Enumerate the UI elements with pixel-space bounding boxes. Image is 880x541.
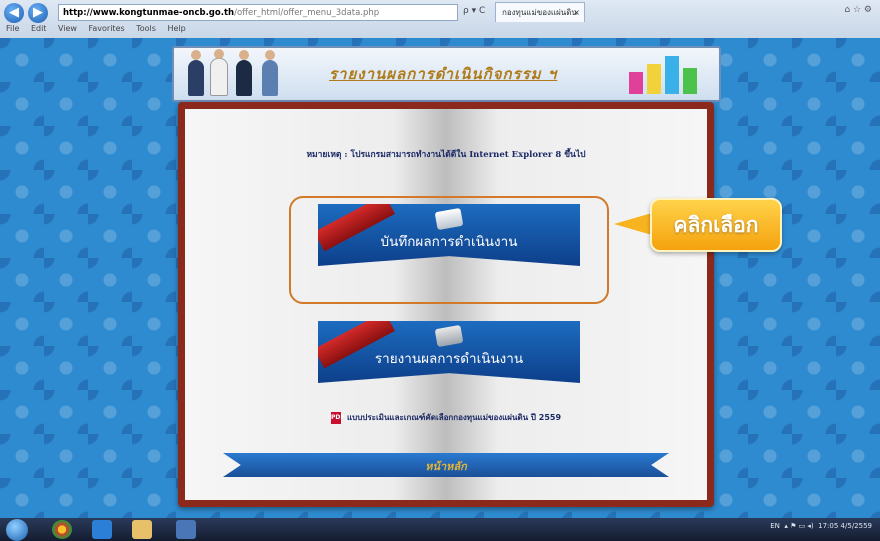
folded-paper-icon [434, 324, 464, 348]
app-icon[interactable] [176, 520, 196, 539]
person-illustration [210, 49, 228, 96]
tray-date[interactable]: 4/5/2559 [841, 522, 872, 530]
menu-edit[interactable]: Edit [31, 24, 47, 33]
header-banner: รายงานผลการดำเนินกิจกรรม ฯ [172, 46, 721, 102]
person-illustration [188, 50, 204, 96]
menu-view[interactable]: View [58, 24, 77, 33]
toolbar-icons[interactable]: ⌂ ☆ ⚙ [844, 5, 872, 15]
start-button-icon[interactable] [6, 519, 28, 541]
book-left-page [185, 109, 446, 500]
report-results-label: รายงานผลการดำเนินงาน [374, 351, 524, 367]
book-frame: หมายเหตุ : โปรแกรมสามารถทำงานได้ดีใน Int… [178, 102, 714, 507]
notepad-icon [434, 207, 464, 231]
callout-arrow [614, 213, 652, 235]
pdf-link-text: แบบประเมินและเกณฑ์คัดเลือกกองทุนแม่ของแผ… [346, 413, 562, 422]
address-bar[interactable]: http://www.kongtunmae-oncb.go.th/offer_h… [58, 4, 458, 21]
pdf-icon: PDF [330, 411, 344, 424]
address-controls[interactable]: ρ ▾ C [463, 6, 485, 16]
chart-bars-icon [625, 54, 705, 94]
web-page: รายงานผลการดำเนินกิจกรรม ฯ หมายเหตุ : โป… [0, 38, 880, 518]
menu-favorites[interactable]: Favorites [89, 24, 125, 33]
tab-close-icon[interactable]: × [573, 3, 580, 22]
home-link-label: หน้าหลัก [425, 460, 467, 473]
person-illustration [262, 50, 278, 96]
address-domain: http://www.kongtunmae-oncb.go.th [63, 8, 235, 18]
internet-explorer-icon[interactable] [92, 520, 112, 539]
tray-language[interactable]: EN [770, 522, 780, 530]
menu-file[interactable]: File [6, 24, 19, 33]
record-results-label: บันทึกผลการดำเนินงาน [380, 234, 518, 250]
tray-time[interactable]: 17:05 [818, 522, 838, 530]
browser-note: หมายเหตุ : โปรแกรมสามารถทำงานได้ดีใน Int… [306, 150, 586, 160]
callout-text: คลิกเลือก [673, 213, 759, 237]
browser-tab[interactable]: กองทุนแม่ของแผ่นดิน × [495, 2, 585, 22]
back-button-icon[interactable]: ◀ [4, 3, 24, 23]
tab-title: กองทุนแม่ของแผ่นดิน [502, 8, 577, 17]
home-ribbon-link[interactable]: หน้าหลัก [223, 453, 669, 477]
menu-help[interactable]: Help [167, 24, 185, 33]
system-tray: EN ▴ ⚑ ▭ ◂) 17:05 4/5/2559 [770, 522, 872, 530]
browser-chrome: ◀ ▶ http://www.kongtunmae-oncb.go.th/off… [0, 0, 880, 39]
click-select-callout: คลิกเลือก [650, 198, 782, 252]
folder-icon[interactable] [132, 520, 152, 539]
windows-taskbar: EN ▴ ⚑ ▭ ◂) 17:05 4/5/2559 [0, 518, 880, 541]
menu-tools[interactable]: Tools [136, 24, 156, 33]
pdf-download-link[interactable]: PDF แบบประเมินและเกณฑ์คัดเลือกกองทุนแม่ขอ… [185, 411, 707, 424]
person-illustration [236, 50, 252, 96]
page-title: รายงานผลการดำเนินกิจกรรม ฯ [329, 65, 558, 83]
chrome-icon[interactable] [52, 520, 72, 539]
menu-bar: File Edit View Favorites Tools Help [6, 24, 195, 33]
address-path: /offer_html/offer_menu_3data.php [234, 8, 380, 18]
forward-button-icon[interactable]: ▶ [28, 3, 48, 23]
book-right-page [446, 109, 707, 500]
book-pages: หมายเหตุ : โปรแกรมสามารถทำงานได้ดีใน Int… [185, 109, 707, 500]
